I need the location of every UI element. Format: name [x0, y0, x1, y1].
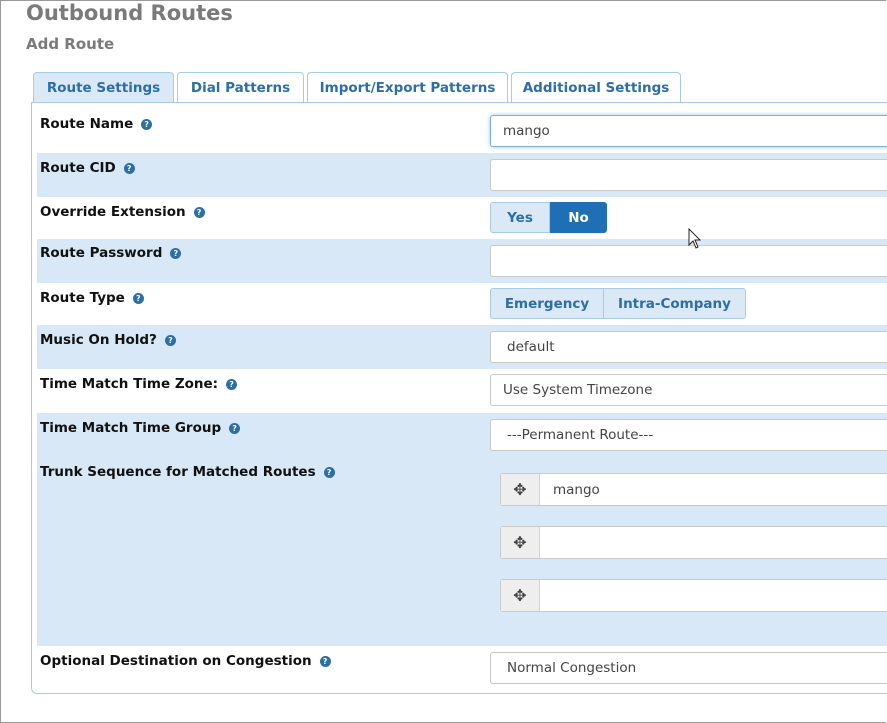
trunk-value: mango	[553, 481, 600, 498]
row-route-type: Route Type ?	[37, 283, 887, 325]
help-icon[interactable]: ?	[193, 206, 205, 218]
move-arrows-icon[interactable]: ✥	[501, 474, 540, 505]
intra-company-button[interactable]: Intra-Company	[604, 288, 746, 319]
help-icon[interactable]: ?	[164, 334, 176, 346]
help-icon[interactable]: ?	[319, 655, 331, 667]
help-icon[interactable]: ?	[226, 378, 238, 390]
route-name-input[interactable]: mango	[490, 115, 887, 147]
route-password-label: Route Password	[40, 245, 163, 261]
time-group-select[interactable]: ---Permanent Route---	[490, 419, 887, 451]
trunk-value	[540, 580, 553, 611]
music-on-hold-select[interactable]: default	[490, 331, 887, 363]
override-no-button[interactable]: No	[550, 202, 607, 233]
time-group-label: Time Match Time Group	[40, 420, 222, 436]
time-zone-select[interactable]: Use System Timezone	[490, 374, 887, 406]
help-icon[interactable]: ?	[132, 292, 144, 304]
tab-additional-settings[interactable]: Additional Settings	[511, 72, 681, 102]
music-on-hold-label: Music On Hold?	[40, 332, 157, 348]
route-type-label: Route Type	[40, 290, 125, 306]
tab-route-settings[interactable]: Route Settings	[33, 72, 174, 103]
emergency-button[interactable]: Emergency	[490, 288, 604, 319]
override-extension-label: Override Extension	[40, 204, 186, 220]
route-cid-input[interactable]	[490, 159, 887, 191]
move-arrows-icon[interactable]: ✥	[501, 527, 540, 558]
time-zone-label: Time Match Time Zone:	[40, 376, 219, 392]
route-name-label: Route Name	[40, 116, 134, 132]
trunk-slot[interactable]: ✥	[500, 579, 887, 612]
help-icon[interactable]: ?	[141, 118, 153, 130]
help-icon[interactable]: ?	[323, 466, 335, 478]
page-title: Outbound Routes	[26, 1, 233, 25]
trunk-value	[540, 527, 553, 558]
trunk-slot[interactable]: ✥	[500, 526, 887, 559]
override-yes-button[interactable]: Yes	[490, 202, 550, 233]
congestion-destination-select[interactable]: Normal Congestion	[490, 652, 887, 684]
congestion-label: Optional Destination on Congestion	[40, 653, 312, 669]
route-type-buttons: Emergency Intra-Company	[490, 288, 746, 320]
help-icon[interactable]: ?	[229, 422, 241, 434]
mouse-pointer-icon	[688, 228, 702, 249]
tab-dial-patterns[interactable]: Dial Patterns	[177, 72, 304, 102]
route-cid-label: Route CID	[40, 160, 116, 176]
help-icon[interactable]: ?	[123, 162, 135, 174]
trunk-sequence-label: Trunk Sequence for Matched Routes	[40, 464, 316, 480]
page-subtitle: Add Route	[26, 35, 115, 53]
tab-import-export-patterns[interactable]: Import/Export Patterns	[307, 72, 508, 102]
override-extension-toggle: Yes No	[490, 202, 607, 234]
trunk-slot[interactable]: ✥ mango	[500, 473, 887, 506]
help-icon[interactable]: ?	[170, 247, 182, 259]
move-arrows-icon[interactable]: ✥	[501, 580, 540, 611]
row-override-extension: Override Extension ?	[37, 197, 887, 239]
